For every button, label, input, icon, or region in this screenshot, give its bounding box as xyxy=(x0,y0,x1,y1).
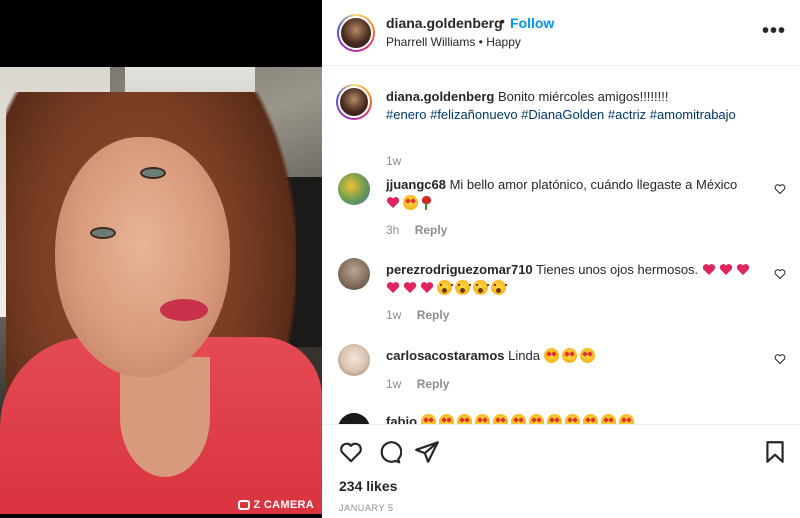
post-panel: diana.goldenberg • Follow Pharrell Willi… xyxy=(322,0,800,518)
post-media[interactable]: Z CAMERA xyxy=(0,0,322,518)
caption-time: 1w xyxy=(386,154,402,168)
likes-count[interactable]: 234 likes xyxy=(339,478,397,494)
comment-text: Mi bello amor platónico, cuándo llegaste… xyxy=(449,177,738,192)
comment-username[interactable]: perezrodriguezomar710 xyxy=(386,262,533,277)
separator-dot: • xyxy=(500,13,505,29)
astonished-emoji xyxy=(455,280,471,295)
header-username[interactable]: diana.goldenberg xyxy=(386,15,503,31)
astonished-emoji xyxy=(437,280,453,295)
post-photo xyxy=(0,67,322,514)
red-heart-emoji xyxy=(702,263,716,276)
hashtags[interactable]: #enero #felizañonuevo #DianaGolden #actr… xyxy=(386,107,736,122)
star-struck-emoji xyxy=(543,348,559,363)
avatar[interactable] xyxy=(338,413,370,424)
avatar[interactable] xyxy=(338,173,370,205)
like-comment-icon[interactable] xyxy=(774,183,786,195)
music-info[interactable]: Pharrell Williams • Happy xyxy=(386,35,521,49)
reply-button[interactable]: Reply xyxy=(417,377,450,391)
reply-button[interactable]: Reply xyxy=(417,308,450,322)
comment-time: 1w xyxy=(386,308,402,322)
red-heart-emoji xyxy=(386,281,400,294)
paper-plane-icon[interactable] xyxy=(414,439,440,465)
red-heart-emoji xyxy=(386,196,400,209)
bookmark-icon[interactable] xyxy=(762,439,788,465)
red-heart-emoji xyxy=(719,263,733,276)
more-options-icon[interactable]: ••• xyxy=(762,20,786,43)
comment-time: 3h xyxy=(386,223,400,237)
post-actions xyxy=(322,424,800,518)
comment-username[interactable]: carlosacostaramos xyxy=(386,348,505,363)
astonished-emoji xyxy=(473,280,489,295)
star-struck-emoji xyxy=(561,348,577,363)
post-date: JANUARY 5 xyxy=(339,503,394,513)
comment-time: 1w xyxy=(386,377,402,391)
avatar[interactable] xyxy=(338,258,370,290)
rose-emoji xyxy=(421,196,431,210)
avatar[interactable] xyxy=(338,344,370,376)
avatar[interactable] xyxy=(336,84,372,120)
red-heart-emoji xyxy=(736,263,750,276)
avatar[interactable] xyxy=(337,14,375,52)
star-struck-emoji xyxy=(403,195,418,210)
comment-username[interactable]: jjuangc68 xyxy=(386,177,446,192)
star-struck-emoji xyxy=(579,348,595,363)
post-header: diana.goldenberg • Follow Pharrell Willi… xyxy=(322,0,800,66)
caption-text: Bonito miércoles amigos!!!!!!!! xyxy=(497,89,669,104)
camera-watermark: Z CAMERA xyxy=(237,499,314,511)
comment-username[interactable]: fabio xyxy=(386,414,417,424)
comment-text: Tienes unos ojos hermosos. xyxy=(536,262,699,277)
comment-icon[interactable] xyxy=(376,439,402,465)
like-comment-icon[interactable] xyxy=(774,353,786,365)
comments-list[interactable]: diana.goldenberg Bonito miércoles amigos… xyxy=(322,67,800,424)
follow-button[interactable]: Follow xyxy=(510,15,554,31)
astonished-emoji xyxy=(491,280,507,295)
caption-username[interactable]: diana.goldenberg xyxy=(386,89,494,104)
red-heart-emoji xyxy=(420,281,434,294)
camera-icon xyxy=(237,500,250,510)
heart-outline-icon[interactable] xyxy=(338,439,364,465)
red-heart-emoji xyxy=(403,281,417,294)
comment-text: Linda xyxy=(508,348,540,363)
reply-button[interactable]: Reply xyxy=(415,223,448,237)
like-comment-icon[interactable] xyxy=(774,268,786,280)
